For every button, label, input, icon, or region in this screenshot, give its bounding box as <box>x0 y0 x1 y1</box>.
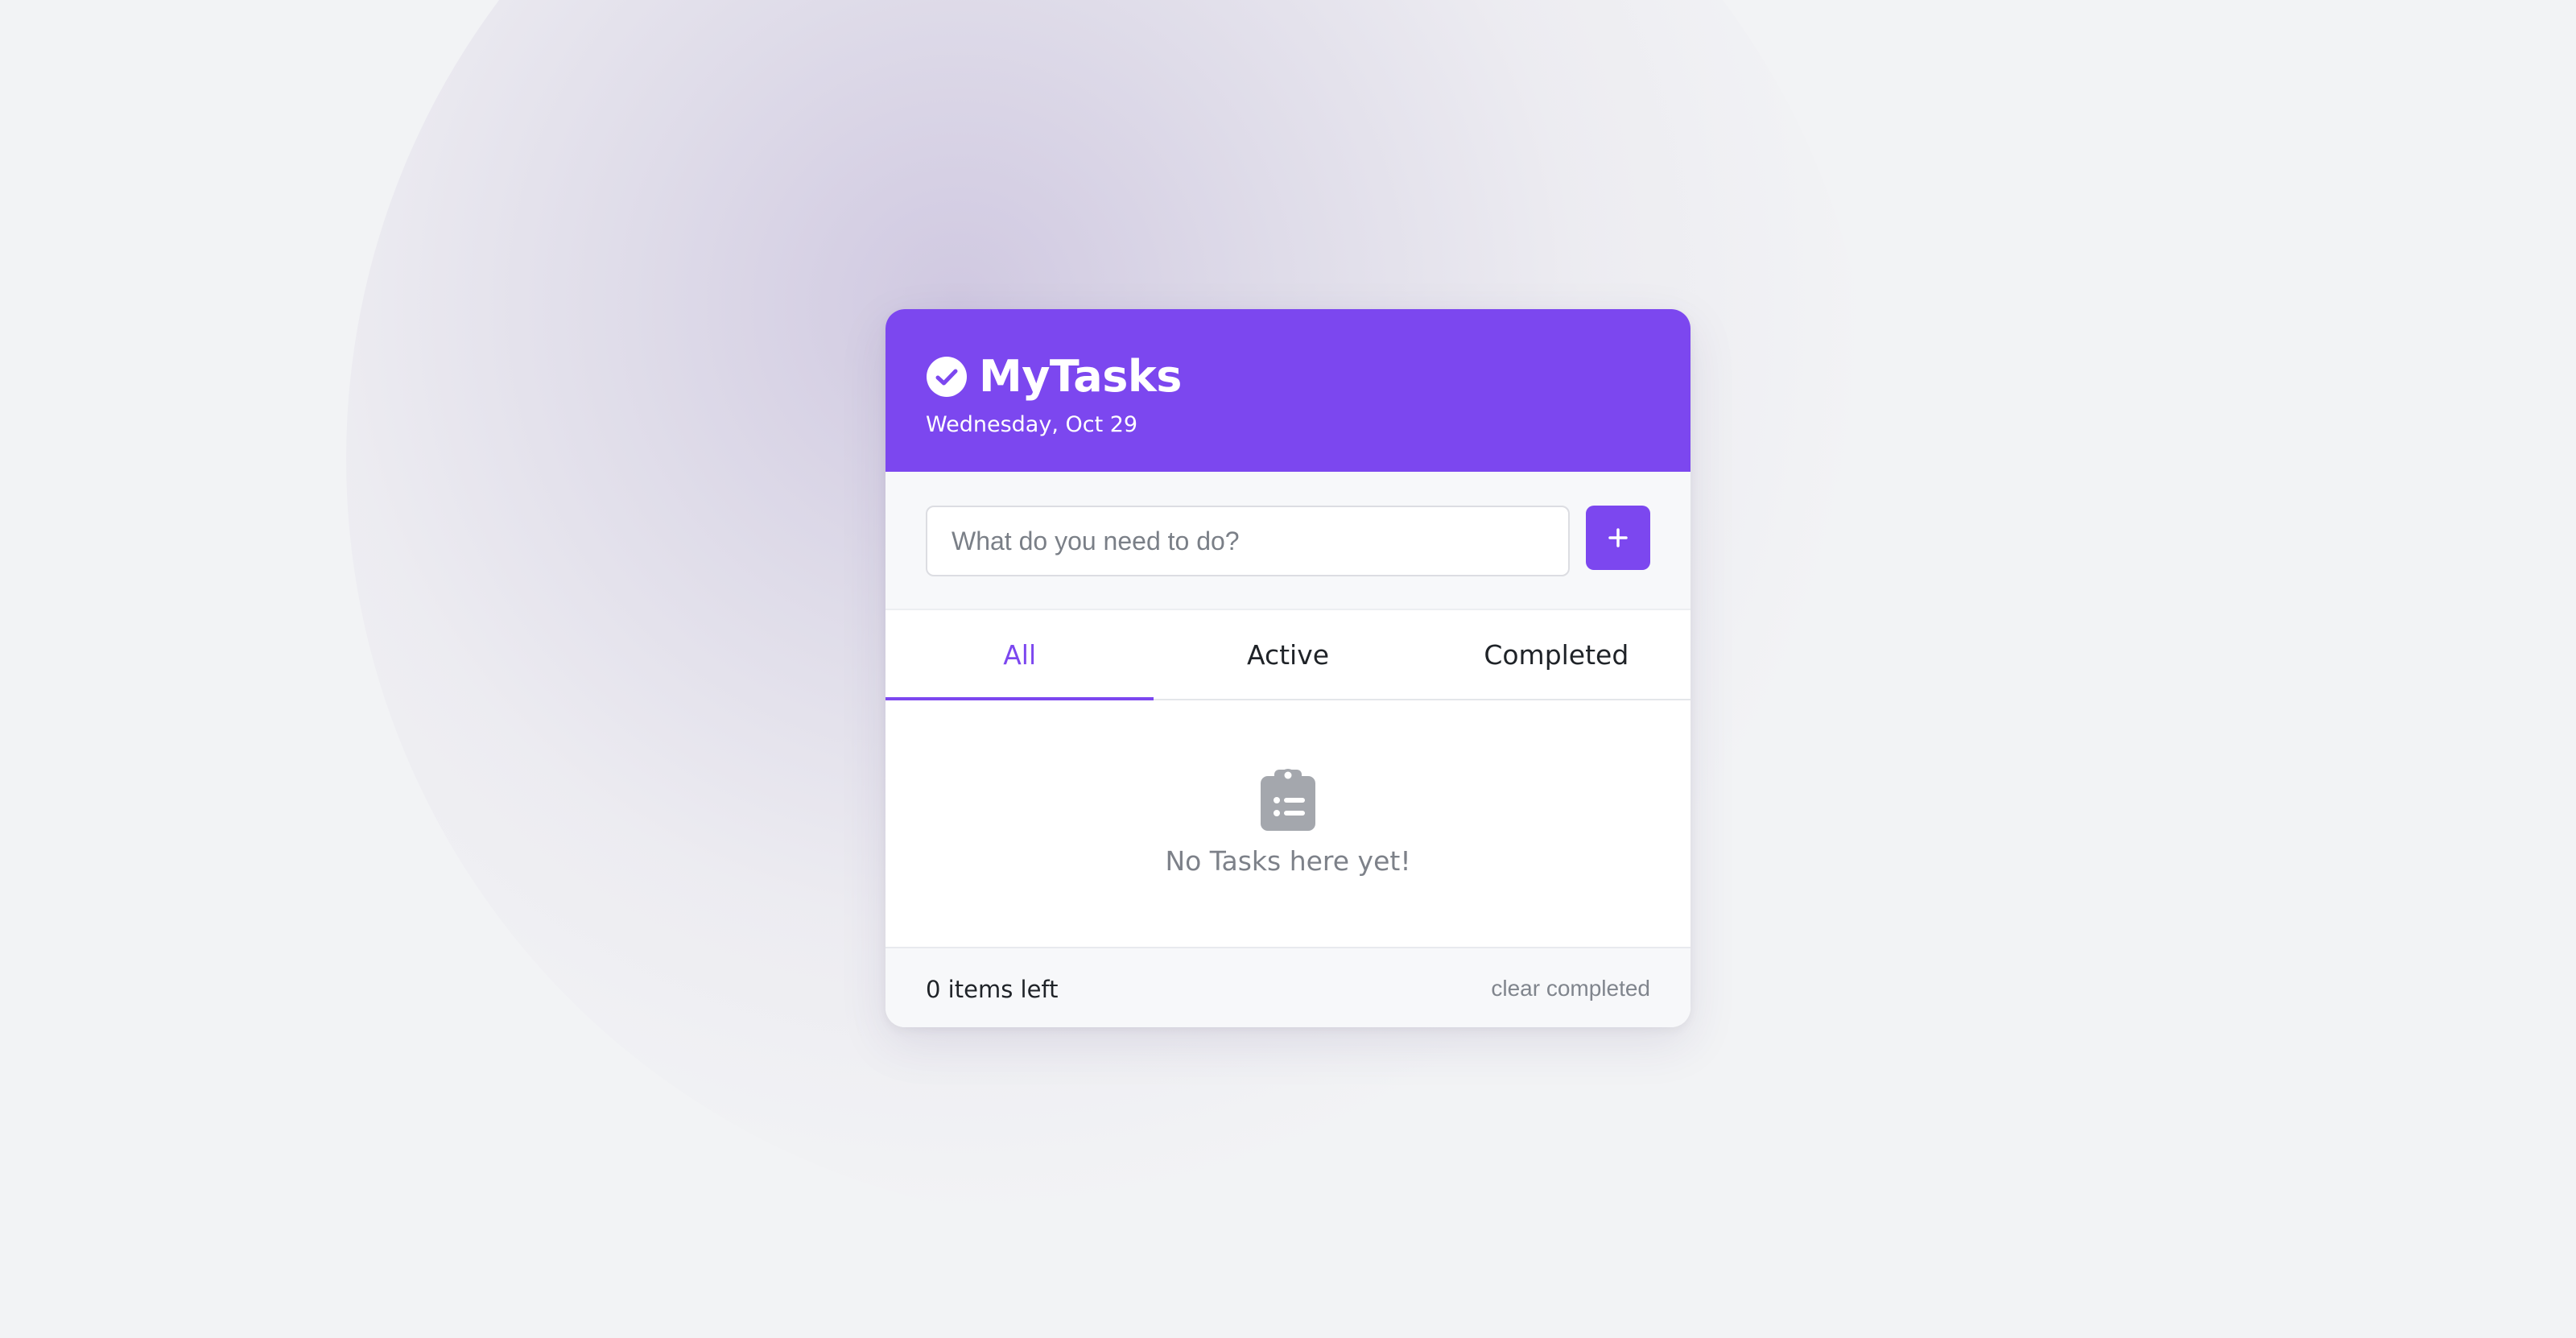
clipboard-list-icon <box>1261 769 1315 831</box>
card-footer: 0 items left clear completed <box>886 948 1690 1027</box>
add-task-button[interactable] <box>1586 506 1650 570</box>
app-header: MyTasks Wednesday, Oct 29 <box>886 309 1690 472</box>
check-circle-icon <box>927 356 967 397</box>
filter-tabs: All Active Completed <box>886 610 1690 700</box>
todo-card: MyTasks Wednesday, Oct 29 All Active Com… <box>886 309 1690 1027</box>
app-date: Wednesday, Oct 29 <box>926 412 1138 437</box>
items-left-count: 0 items left <box>926 976 1059 1003</box>
plus-icon <box>1608 528 1628 547</box>
new-task-area <box>886 472 1690 610</box>
tab-completed[interactable]: Completed <box>1422 610 1690 699</box>
app-title: MyTasks <box>979 351 1182 402</box>
new-task-input[interactable] <box>926 506 1570 576</box>
title-row: MyTasks <box>926 351 1182 402</box>
empty-message: No Tasks here yet! <box>1165 845 1411 877</box>
tab-all[interactable]: All <box>886 610 1154 700</box>
clear-completed-button[interactable]: clear completed <box>1491 976 1650 1001</box>
empty-state: No Tasks here yet! <box>886 700 1690 948</box>
tab-active[interactable]: Active <box>1154 610 1422 699</box>
